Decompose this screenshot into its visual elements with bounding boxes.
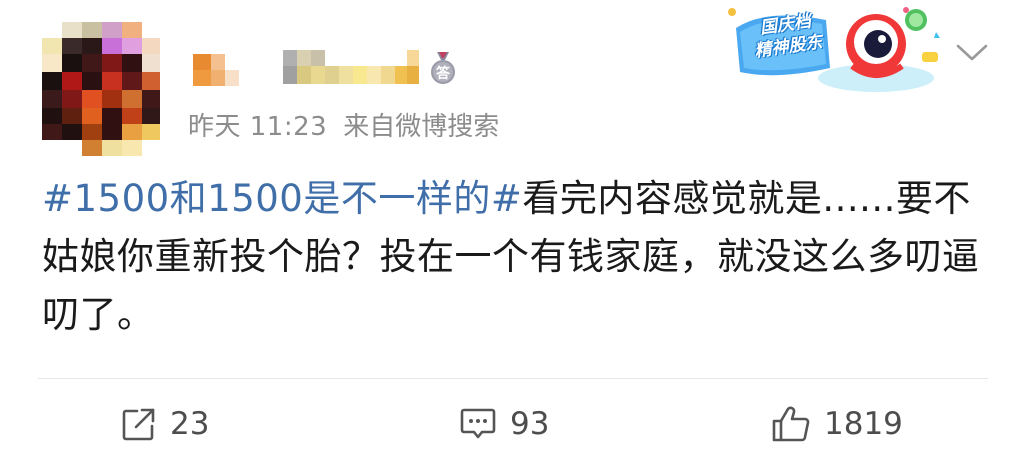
comment-count: 93 [510, 406, 550, 442]
chevron-down-icon[interactable] [954, 40, 990, 64]
divider [38, 378, 988, 379]
comment-icon [460, 408, 496, 439]
like-count: 1819 [824, 406, 903, 442]
post-time: 昨天 11:23 [188, 111, 328, 142]
hashtag-link[interactable]: #1500和1500是不一样的# [42, 177, 522, 220]
repost-count: 23 [170, 406, 210, 442]
thumbs-up-icon [772, 406, 810, 442]
comment-button[interactable]: 93 [458, 400, 549, 448]
decorative-sticker[interactable]: 国庆档 精神股东 [726, 2, 946, 98]
post-content: #1500和1500是不一样的#看完内容感觉就是......要不姑娘你重新投个胎… [42, 170, 982, 344]
medal-icon[interactable]: 答 [426, 50, 460, 86]
post-source[interactable]: 来自微博搜索 [343, 106, 499, 143]
weibo-post-card: 答 昨天 11:23 来自微博搜索 国庆档 精神股东 #1500和1500是不一… [0, 0, 1024, 471]
badge-text: 答 [436, 65, 451, 82]
like-button[interactable]: 1819 [770, 400, 903, 448]
post-meta: 昨天 11:23 来自微博搜索 [188, 104, 499, 144]
repost-icon [122, 408, 155, 441]
username-obscured[interactable] [193, 46, 421, 88]
avatar[interactable] [42, 22, 160, 156]
repost-button[interactable]: 23 [120, 400, 209, 448]
